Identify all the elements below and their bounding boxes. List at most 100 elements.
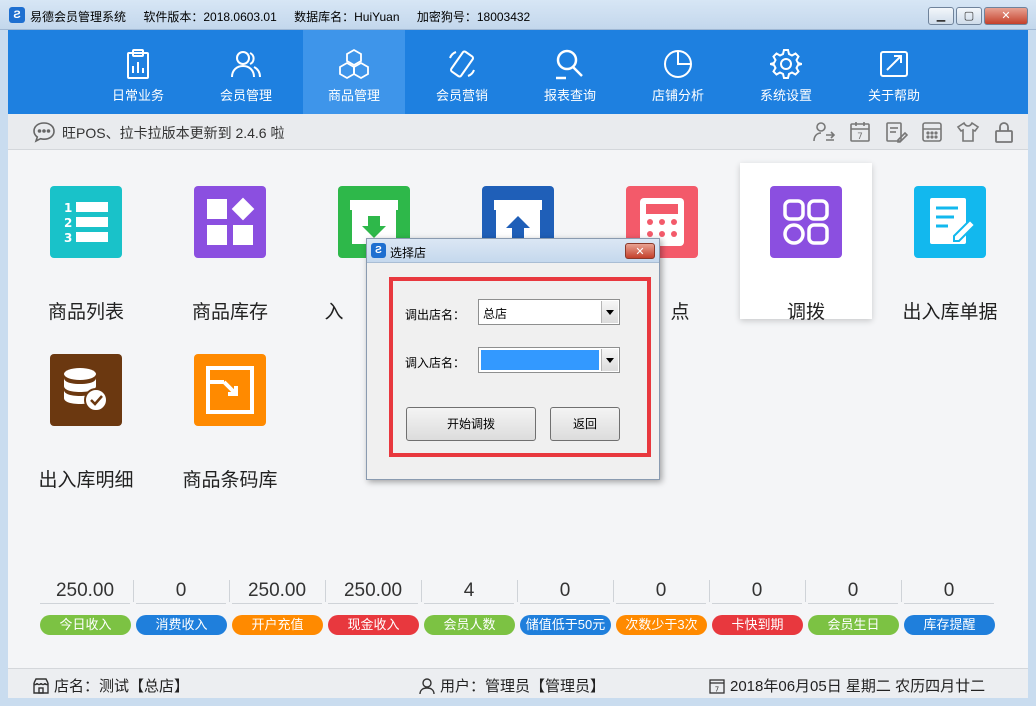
dialog-title: 选择店 bbox=[390, 246, 427, 260]
stat-today-income: 250.00 bbox=[40, 578, 130, 604]
stat-member-count: 4 bbox=[424, 578, 514, 604]
help-icon bbox=[880, 51, 908, 77]
chat-bubble-icon bbox=[33, 122, 55, 143]
divider bbox=[229, 580, 230, 602]
badge-few-visits[interactable]: 次数少于3次 bbox=[616, 615, 707, 635]
notice-message[interactable]: 旺POS、拉卡拉版本更新到 2.4.6 啦 bbox=[62, 123, 284, 143]
nav-store-analysis[interactable]: 店铺分析 bbox=[627, 30, 729, 114]
status-date: 7 2018年06月05日 星期二 农历四月廿二 bbox=[708, 675, 985, 696]
stat-few-visits: 0 bbox=[616, 578, 706, 604]
nav-daily-business[interactable]: 日常业务 bbox=[87, 30, 189, 114]
badge-low-balance[interactable]: 储值低于50元 bbox=[520, 615, 611, 635]
nav-member-marketing[interactable]: 会员营销 bbox=[411, 30, 513, 114]
stat-value: 0 bbox=[520, 578, 610, 604]
tile-stock-documents[interactable]: 出入库单据 bbox=[884, 163, 1016, 323]
badge-recharge[interactable]: 开户充值 bbox=[232, 615, 323, 635]
stat-recharge: 250.00 bbox=[232, 578, 322, 604]
database-check-icon bbox=[50, 354, 122, 426]
lock-icon[interactable] bbox=[992, 120, 1016, 144]
nav-about-help[interactable]: 关于帮助 bbox=[843, 30, 945, 114]
start-transfer-button[interactable]: 开始调拨 bbox=[406, 407, 536, 441]
dropdown-arrow-icon[interactable] bbox=[601, 301, 618, 323]
document-edit-icon bbox=[914, 186, 986, 258]
badge-member-count[interactable]: 会员人数 bbox=[424, 615, 515, 635]
title-bar: Ƨ 易德会员管理系统 软件版本：2018.0603.01 数据库名：HuiYua… bbox=[0, 0, 1036, 30]
status-user: 用户：管理员【管理员】 bbox=[418, 675, 605, 696]
calculator-icon[interactable] bbox=[920, 120, 944, 144]
tile-label: 商品条码库 bbox=[182, 470, 278, 491]
user-switch-icon[interactable] bbox=[812, 120, 836, 144]
stat-value: 250.00 bbox=[40, 578, 130, 604]
badge-today-income[interactable]: 今日收入 bbox=[40, 615, 131, 635]
badge-stock-alert[interactable]: 库存提醒 bbox=[904, 615, 995, 635]
tile-transfer[interactable]: 调拨 bbox=[740, 163, 872, 323]
nav-system-settings[interactable]: 系统设置 bbox=[735, 30, 837, 114]
nav-report-query[interactable]: 报表查询 bbox=[519, 30, 621, 114]
nav-label: 店铺分析 bbox=[651, 88, 704, 103]
stat-value: 0 bbox=[136, 578, 226, 604]
close-button[interactable]: ✕ bbox=[984, 7, 1028, 25]
stat-value: 0 bbox=[616, 578, 706, 604]
calendar-icon[interactable]: 7 bbox=[848, 120, 872, 144]
dialog-close-button[interactable]: ✕ bbox=[625, 243, 655, 259]
badge-cash-income[interactable]: 现金收入 bbox=[328, 615, 419, 635]
nav-label: 日常业务 bbox=[111, 88, 164, 103]
quick-tools: 7 bbox=[800, 120, 1016, 144]
to-store-select[interactable] bbox=[478, 347, 620, 373]
stat-stock-alert: 0 bbox=[904, 578, 994, 604]
select-store-dialog: Ƨ 选择店 ✕ 调出店名： 总店 调入店名： 开始调拨 返回 bbox=[366, 238, 660, 480]
nav-label: 关于帮助 bbox=[867, 88, 920, 103]
calendar-day: 7 bbox=[857, 132, 863, 142]
maximize-button[interactable]: ▢ bbox=[956, 7, 982, 25]
dropdown-arrow-icon[interactable] bbox=[601, 349, 618, 371]
nav-member-management[interactable]: 会员管理 bbox=[195, 30, 297, 114]
magnifier-icon bbox=[556, 49, 583, 80]
nav-product-management[interactable]: 商品管理 bbox=[303, 30, 405, 114]
nav-label: 系统设置 bbox=[759, 88, 812, 103]
nav-label: 会员营销 bbox=[435, 88, 488, 103]
list-digit: 3 bbox=[64, 231, 72, 245]
back-button[interactable]: 返回 bbox=[550, 407, 620, 441]
barcode-box-icon bbox=[194, 354, 266, 426]
to-store-label: 调入店名： bbox=[405, 356, 466, 370]
gear-icon bbox=[770, 49, 802, 79]
from-store-select[interactable]: 总店 bbox=[478, 299, 620, 325]
stat-birthdays: 0 bbox=[808, 578, 898, 604]
badge-consume-income[interactable]: 消费收入 bbox=[136, 615, 227, 635]
tile-product-stock[interactable]: 商品库存 bbox=[164, 163, 296, 323]
store-name: 店名：测试【总店】 bbox=[54, 678, 190, 695]
status-store: 店名：测试【总店】 bbox=[32, 675, 189, 696]
main-nav: 日常业务 会员管理 商品管理 会员营销 报表查询 店铺分析 系统设置 关于帮助 bbox=[8, 30, 1028, 114]
version-info: 软件版本：2018.0603.01 bbox=[143, 10, 277, 24]
tile-label: 商品列表 bbox=[47, 302, 124, 323]
stat-consume-income: 0 bbox=[136, 578, 226, 604]
divider bbox=[133, 580, 134, 602]
tile-label: 调拨 bbox=[786, 302, 825, 323]
dongle-info: 加密狗号：18003432 bbox=[416, 10, 531, 24]
user-icon bbox=[419, 677, 435, 694]
list-digit: 2 bbox=[64, 216, 72, 230]
edit-list-icon[interactable] bbox=[884, 120, 908, 144]
tile-barcode-library[interactable]: 商品条码库 bbox=[164, 331, 296, 491]
tile-product-list[interactable]: 1 2 3 商品列表 bbox=[20, 163, 152, 323]
tile-label: 出入库明细 bbox=[38, 470, 134, 491]
database-info: 数据库名：HuiYuan bbox=[294, 10, 400, 24]
dialog-title-bar[interactable]: Ƨ 选择店 ✕ bbox=[367, 239, 659, 263]
window-controls: ▁ ▢ ✕ bbox=[926, 7, 1028, 25]
transfer-grid-icon bbox=[770, 186, 842, 258]
nav-label: 报表查询 bbox=[543, 88, 596, 103]
tile-stock-details[interactable]: 出入库明细 bbox=[20, 331, 152, 491]
nav-label: 商品管理 bbox=[327, 88, 380, 103]
badge-birthdays[interactable]: 会员生日 bbox=[808, 615, 899, 635]
list-digit: 1 bbox=[64, 201, 72, 215]
minimize-button[interactable]: ▁ bbox=[928, 7, 954, 25]
shirt-icon[interactable] bbox=[956, 120, 980, 144]
app-logo-icon: Ƨ bbox=[371, 243, 386, 258]
app-name: 易德会员管理系统 bbox=[30, 10, 127, 24]
pie-icon bbox=[664, 50, 692, 78]
badge-card-expiring[interactable]: 卡快到期 bbox=[712, 615, 803, 635]
clipboard-icon bbox=[127, 49, 149, 79]
from-store-label: 调出店名： bbox=[405, 308, 466, 322]
calendar-icon: 7 bbox=[709, 678, 725, 694]
phone-icon bbox=[449, 50, 475, 78]
